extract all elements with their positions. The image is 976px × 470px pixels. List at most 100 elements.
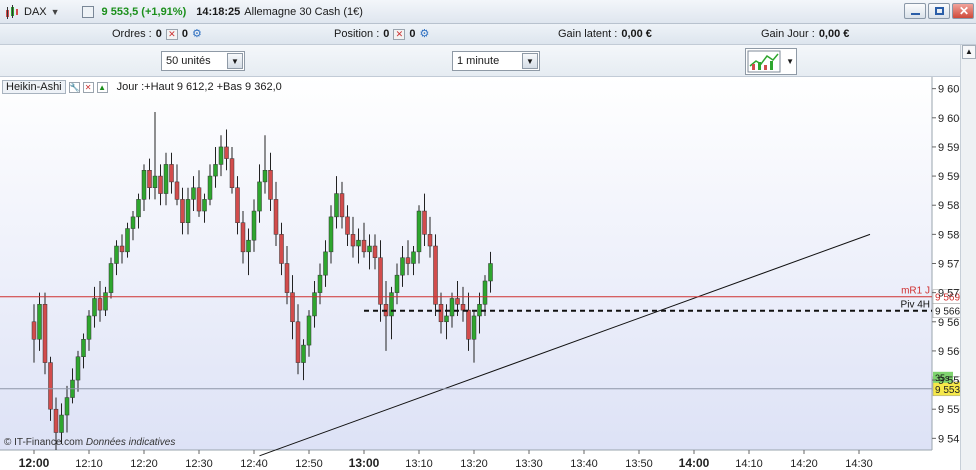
vertical-scrollbar[interactable]: ▲	[960, 45, 976, 470]
candle-up	[488, 263, 493, 282]
price-chart[interactable]: mR1 J9 569,3Piv 4H9 566,99 554,49 553,53…	[0, 77, 960, 470]
x-tick-label: 13:00	[349, 456, 380, 470]
position-label: Position :	[334, 28, 380, 40]
daily-label: Gain Jour :	[761, 28, 815, 40]
y-tick-label: 9 550	[938, 404, 960, 416]
candle-down	[268, 170, 273, 200]
candle-up	[191, 187, 196, 200]
candle-down	[119, 245, 125, 253]
candle-down	[422, 210, 427, 235]
x-tick-label: 13:50	[625, 458, 653, 470]
interval-select[interactable]: 1 minute ▼	[452, 51, 540, 71]
x-tick-label: 12:00	[19, 456, 50, 470]
candle-down	[174, 181, 180, 200]
daily-value: 0,00 €	[818, 28, 850, 40]
position-status: Position : 0 ✕ 0 ⚙	[334, 28, 434, 40]
units-select[interactable]: 50 unités ▼	[161, 51, 245, 71]
x-tick-label: 14:20	[790, 458, 818, 470]
candle-up	[64, 397, 70, 416]
candle-up	[75, 356, 81, 381]
maximize-icon	[935, 7, 944, 15]
cancel-orders-icon[interactable]: ✕	[165, 28, 178, 40]
candle-up	[477, 304, 482, 317]
x-tick-label: 13:40	[570, 458, 598, 470]
daily-gain: Gain Jour : 0,00 €	[761, 28, 849, 40]
maximize-button[interactable]	[928, 3, 950, 19]
y-tick-label: 9 545	[938, 433, 960, 445]
candle-up	[92, 298, 97, 317]
candle-up	[218, 146, 224, 165]
candle-down	[224, 146, 229, 159]
interval-dropdown-icon[interactable]: ▼	[522, 53, 538, 69]
candle-up	[59, 414, 64, 433]
chart-style-dropdown-icon[interactable]: ▼	[786, 57, 794, 66]
y-tick-label: 9 590	[938, 171, 960, 183]
orders-settings-icon[interactable]: ⚙	[192, 28, 206, 40]
scroll-up-icon[interactable]: ▲	[962, 45, 976, 59]
daily-range-text: Jour :+Haut 9 612,2 +Bas 9 362,0	[116, 81, 282, 93]
pivot-name: Piv 4H	[901, 300, 930, 311]
candle-down	[158, 175, 163, 194]
close-position-icon[interactable]: ✕	[393, 28, 406, 40]
position-value: 0	[383, 28, 390, 40]
candle-up	[301, 344, 306, 363]
y-tick-label: 9 560	[938, 346, 960, 358]
candle-down	[235, 187, 240, 223]
close-button[interactable]: ✕	[952, 3, 974, 19]
last-price: 9 553,5 (+1,91%)	[101, 5, 187, 18]
candle-down	[339, 193, 345, 218]
candle-up	[356, 239, 361, 247]
candle-down	[405, 257, 411, 264]
units-dropdown-icon[interactable]: ▼	[227, 53, 243, 69]
candle-up	[416, 210, 422, 253]
x-tick-label: 13:20	[460, 458, 488, 470]
x-tick-label: 13:10	[405, 458, 433, 470]
candle-down	[48, 362, 53, 410]
minimize-button[interactable]	[904, 3, 926, 19]
alert-checkbox[interactable]	[81, 5, 94, 18]
candle-up	[334, 193, 339, 218]
chart-style-icon	[747, 50, 781, 73]
y-tick-label: 9 600	[938, 113, 960, 125]
y-tick-label: 9 580	[938, 229, 960, 241]
x-tick-label: 12:20	[130, 458, 158, 470]
position-settings-icon[interactable]: ⚙	[420, 28, 434, 40]
y-tick-label: 9 565	[938, 317, 960, 329]
x-tick-label: 14:00	[679, 456, 710, 470]
x-tick-label: 14:30	[845, 458, 873, 470]
chart-type-label[interactable]: Heikin-Ashi	[2, 80, 66, 94]
unrealized-label: Gain latent :	[558, 28, 618, 40]
wrench-icon[interactable]: 🔧	[68, 81, 80, 93]
candle-up	[411, 251, 416, 264]
y-tick-label: 9 595	[938, 142, 960, 154]
candle-down	[97, 298, 103, 311]
candle-down	[372, 245, 378, 258]
candle-down	[427, 234, 433, 247]
trading-status-bar: Ordres : 0 ✕ 0 ⚙ Position : 0 ✕ 0 ⚙ Gain…	[0, 24, 976, 45]
remove-indicator-icon[interactable]: ✕	[82, 81, 94, 93]
ticker-dropdown-icon[interactable]: ▼	[51, 7, 60, 17]
candle-down	[466, 309, 471, 340]
candle-up	[207, 175, 213, 200]
y-tick-label: 9 570	[938, 288, 960, 300]
candle-down	[169, 164, 174, 183]
candle-down	[433, 245, 438, 305]
candle-up	[185, 199, 191, 223]
candle-up	[163, 164, 169, 194]
x-tick-label: 12:10	[75, 458, 103, 470]
chart-style-button[interactable]: ▼	[745, 48, 797, 75]
candle-down	[240, 222, 246, 253]
candle-up	[130, 216, 136, 229]
candle-up	[482, 280, 488, 305]
candle-up	[257, 181, 262, 212]
orders-count-2: 0	[181, 28, 188, 40]
ticker-symbol[interactable]: DAX	[24, 6, 47, 18]
move-up-icon[interactable]: ▲	[96, 81, 108, 93]
candle-up	[471, 315, 477, 340]
y-tick-label: 9 605	[938, 84, 960, 96]
x-tick-label: 12:40	[240, 458, 268, 470]
candle-up	[317, 274, 323, 293]
brand-text: © IT-Finance.com	[4, 437, 84, 448]
candle-down	[345, 216, 350, 235]
chart-legend: Heikin-Ashi 🔧 ✕ ▲ Jour :+Haut 9 612,2 +B…	[2, 80, 282, 94]
